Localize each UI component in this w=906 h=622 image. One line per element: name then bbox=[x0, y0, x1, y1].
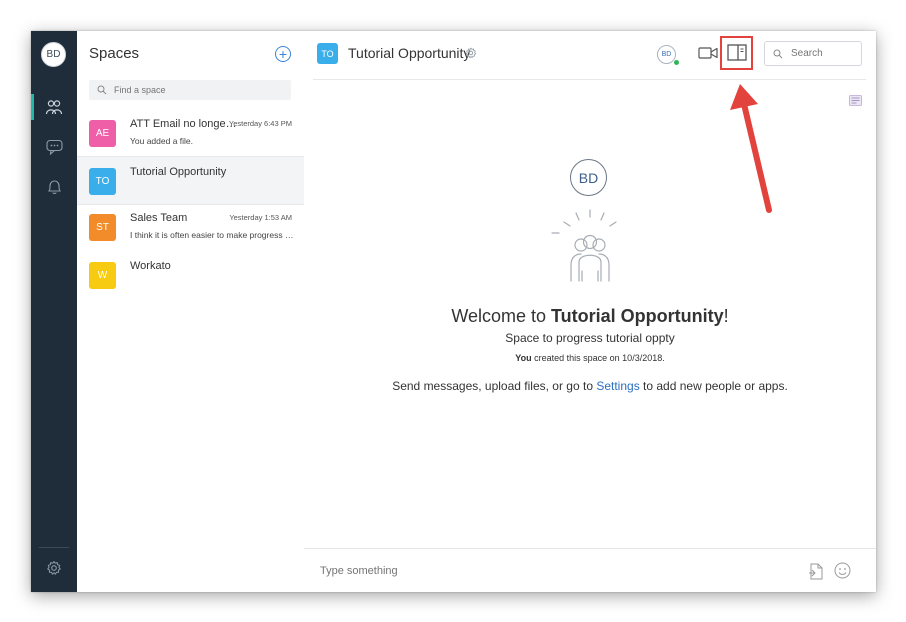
space-avatar: ST bbox=[89, 214, 116, 241]
welcome-suffix: ! bbox=[723, 306, 729, 326]
message-input[interactable] bbox=[318, 564, 722, 578]
created-by: You bbox=[515, 353, 532, 363]
space-time: Yesterday 6:43 PM bbox=[228, 119, 292, 128]
space-preview: You added a file. bbox=[130, 136, 194, 146]
space-list-item[interactable]: W Workato bbox=[77, 253, 304, 300]
rail-item-notifications[interactable] bbox=[31, 174, 77, 200]
space-name: Tutorial Opportunity bbox=[130, 166, 227, 178]
find-space-input[interactable] bbox=[112, 84, 286, 96]
emoji-icon[interactable] bbox=[834, 562, 851, 579]
nav-rail: BD bbox=[31, 31, 77, 592]
header-divider bbox=[313, 79, 866, 80]
welcome-instructions: Send messages, upload files, or go to Se… bbox=[304, 379, 876, 393]
rail-item-messages[interactable] bbox=[31, 134, 77, 160]
space-description: Space to progress tutorial oppty bbox=[505, 331, 675, 345]
rail-settings-button[interactable] bbox=[31, 555, 77, 581]
user-avatar[interactable]: BD bbox=[41, 42, 66, 67]
spaces-title: Spaces bbox=[89, 45, 140, 62]
created-text: created this space on 10/3/2018. bbox=[531, 353, 665, 363]
annotation-arrow bbox=[730, 84, 772, 213]
space-avatar: TO bbox=[89, 168, 116, 195]
welcome-space-name: Tutorial Opportunity bbox=[551, 306, 724, 326]
space-preview: I think it is often easier to make progr… bbox=[130, 230, 294, 240]
settings-link[interactable]: Settings bbox=[596, 379, 639, 393]
people-icon bbox=[45, 100, 63, 115]
bell-icon bbox=[47, 180, 61, 195]
space-list-item[interactable]: ST Sales Team Yesterday 1:53 AM I think … bbox=[77, 205, 304, 252]
space-settings-icon[interactable] bbox=[465, 47, 477, 59]
space-name: ATT Email no longe… bbox=[130, 118, 237, 130]
instructions-suffix: to add new people or apps. bbox=[639, 379, 788, 393]
rail-item-spaces[interactable] bbox=[31, 94, 77, 120]
instructions-prefix: Send messages, upload files, or go to bbox=[392, 379, 597, 393]
search-icon bbox=[97, 85, 107, 95]
find-space-box[interactable] bbox=[89, 80, 291, 100]
search-input[interactable] bbox=[789, 47, 853, 60]
gear-icon bbox=[47, 561, 61, 575]
message-icon[interactable] bbox=[849, 95, 862, 106]
space-name: Sales Team bbox=[130, 212, 188, 224]
space-list-item-selected[interactable]: TO Tutorial Opportunity bbox=[77, 156, 304, 205]
space-header-title: Tutorial Opportunity bbox=[348, 45, 471, 61]
space-list-item[interactable]: AE ATT Email no longe… Yesterday 6:43 PM… bbox=[77, 111, 304, 158]
space-created-info: You created this space on 10/3/2018. bbox=[304, 353, 876, 363]
rail-divider bbox=[39, 547, 69, 548]
search-icon bbox=[773, 49, 783, 58]
welcome-prefix: Welcome to bbox=[451, 306, 552, 326]
upload-file-icon[interactable] bbox=[808, 563, 824, 580]
video-call-icon[interactable] bbox=[698, 46, 718, 60]
space-header: TO Tutorial Opportunity BD bbox=[304, 31, 876, 79]
plus-circle-icon: + bbox=[278, 46, 288, 62]
space-avatar: AE bbox=[89, 120, 116, 147]
space-header-avatar: TO bbox=[317, 43, 338, 64]
presence-dot bbox=[673, 59, 680, 66]
welcome-avatar: BD bbox=[570, 159, 607, 196]
team-illustration bbox=[551, 209, 617, 282]
add-space-button[interactable]: + bbox=[275, 46, 291, 62]
spaces-panel: Spaces + AE ATT Email no longe… Yesterda… bbox=[77, 31, 305, 592]
annotation-highlight-box bbox=[720, 36, 753, 70]
space-avatar: W bbox=[89, 262, 116, 289]
space-time: Yesterday 1:53 AM bbox=[229, 213, 292, 222]
search-box[interactable] bbox=[764, 41, 862, 66]
chat-icon bbox=[45, 139, 63, 155]
welcome-heading: Welcome to Tutorial Opportunity! bbox=[304, 306, 876, 327]
space-content: TO Tutorial Opportunity BD Search BD Wel… bbox=[304, 31, 876, 592]
composer-divider bbox=[304, 548, 876, 549]
space-name: Workato bbox=[130, 260, 171, 272]
